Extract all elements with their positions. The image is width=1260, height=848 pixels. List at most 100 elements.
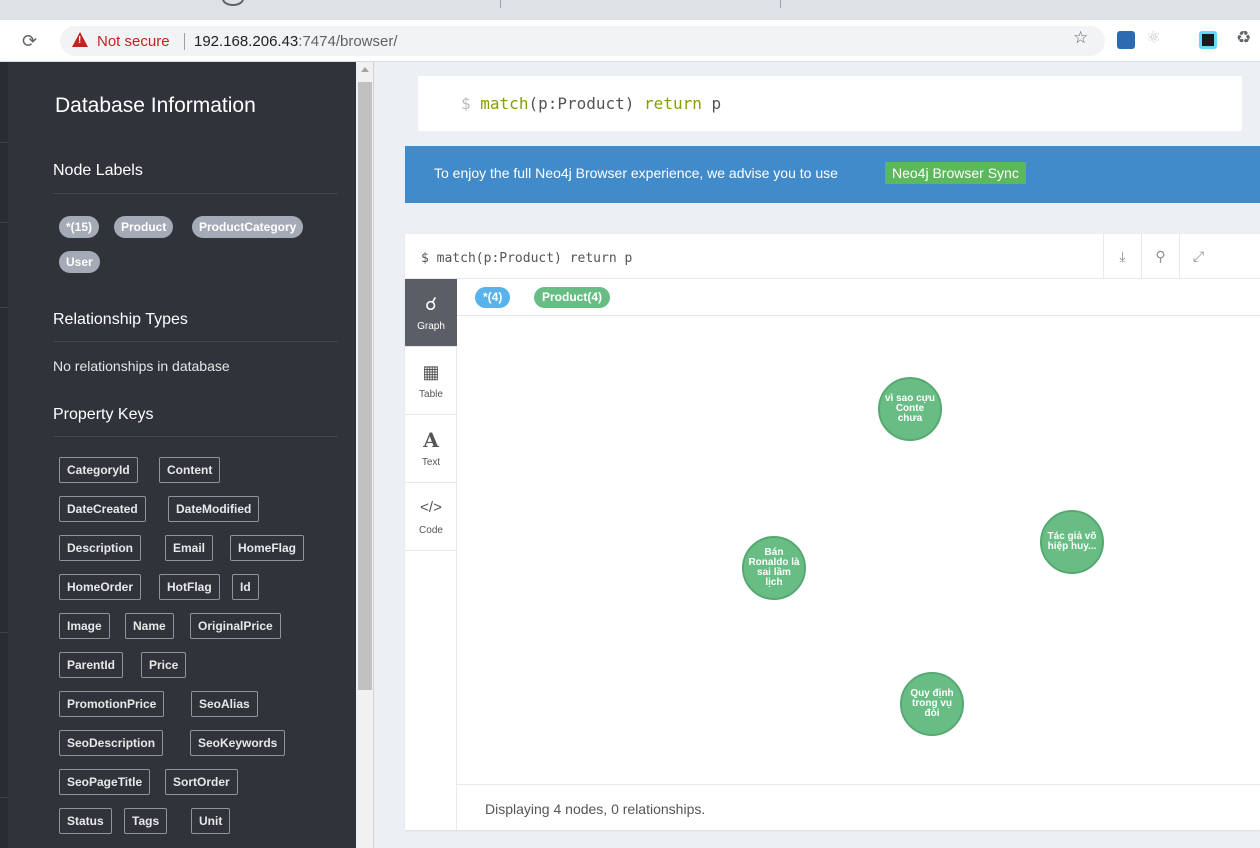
security-label[interactable]: Not secure	[97, 33, 170, 50]
cypher-editor[interactable]: $ match(p:Product) return p	[418, 76, 1242, 131]
node-label-all[interactable]: *(15)	[59, 216, 100, 238]
address-bar: ⟳ Not secure 192.168.206.43:7474/browser…	[0, 20, 1260, 62]
tab-edge-icon	[222, 0, 244, 6]
property-key-button[interactable]: HotFlag	[159, 574, 220, 600]
property-key-button[interactable]: SeoDescription	[59, 730, 164, 756]
editor-prompt: $	[461, 94, 471, 113]
legend-product[interactable]: Product(4)	[534, 287, 610, 308]
scrollbar-thumb[interactable]	[358, 82, 372, 690]
result-frame: $ match(p:Product) return p ⤓ ⚲ ⤢ ☌ Grap…	[405, 234, 1260, 830]
property-key-button[interactable]: Unit	[191, 808, 231, 834]
omnibox[interactable]: Not secure 192.168.206.43:7474/browser/	[60, 26, 1105, 56]
property-key-button[interactable]: CategoryId	[59, 457, 138, 483]
nav-divider	[0, 797, 8, 798]
url-text[interactable]: 192.168.206.43:7474/browser/	[194, 33, 398, 50]
property-key-button[interactable]: Email	[165, 535, 214, 561]
code-icon: </>	[420, 499, 442, 516]
drawer-scrollbar[interactable]	[356, 62, 374, 848]
editor-query[interactable]: $ match(p:Product) return p	[461, 94, 721, 113]
node-labels-title: Node Labels	[53, 162, 143, 179]
tab-divider	[500, 0, 501, 8]
fullscreen-icon[interactable]: ⤢	[1179, 234, 1217, 279]
tab-text[interactable]: A Text	[405, 415, 457, 483]
property-key-button[interactable]: Tags	[124, 808, 168, 834]
node-label-user[interactable]: User	[59, 251, 100, 273]
url-host: 192.168.206.43	[194, 33, 299, 50]
status-text: Displaying 4 nodes, 0 relationships.	[485, 801, 706, 817]
browser-sync-button[interactable]: Neo4j Browser Sync	[885, 162, 1026, 184]
scroll-up-icon[interactable]	[361, 67, 369, 72]
status-bar: Displaying 4 nodes, 0 relationships.	[457, 784, 1260, 830]
warning-icon[interactable]	[72, 32, 88, 47]
node-label-product[interactable]: Product	[114, 216, 174, 238]
tab-graph-label: Graph	[417, 321, 445, 332]
bookmark-star-icon[interactable]: ☆	[1073, 28, 1088, 48]
frame-command[interactable]: $ match(p:Product) return p	[421, 251, 632, 266]
property-key-button[interactable]: PromotionPrice	[59, 691, 165, 717]
property-key-button[interactable]: DateModified	[168, 496, 260, 522]
omnibox-separator	[184, 33, 185, 50]
property-key-button[interactable]: Content	[159, 457, 221, 483]
main-area: $ match(p:Product) return p To enjoy the…	[375, 62, 1260, 848]
tab-table-label: Table	[419, 389, 443, 400]
property-key-button[interactable]: HomeFlag	[230, 535, 305, 561]
section-divider	[53, 193, 338, 194]
database-info-drawer: Database Information Node Labels *(15) P…	[8, 62, 356, 848]
nav-divider	[0, 142, 8, 143]
property-key-button[interactable]: Name	[125, 613, 174, 639]
keyword-return: return	[644, 94, 702, 113]
tab-code-label: Code	[419, 525, 443, 536]
text-icon: A	[423, 428, 439, 452]
frame-header: $ match(p:Product) return p ⤓ ⚲ ⤢	[405, 234, 1260, 279]
graph-canvas[interactable]: vì sao cựu Conte chưa Bán Ronaldo là sai…	[457, 316, 1260, 784]
property-key-button[interactable]: SeoAlias	[191, 691, 258, 717]
banner-text: To enjoy the full Neo4j Browser experien…	[434, 165, 838, 181]
section-divider	[53, 341, 338, 342]
property-keys-title: Property Keys	[53, 406, 154, 423]
download-icon[interactable]: ⤓	[1103, 234, 1141, 279]
property-key-button[interactable]: SeoPageTitle	[59, 769, 151, 795]
no-relationships-text: No relationships in database	[53, 358, 230, 374]
property-key-button[interactable]: Description	[59, 535, 142, 561]
left-nav-strip	[0, 62, 8, 848]
graph-node[interactable]: Tác giả võ hiệp huy...	[1040, 510, 1104, 574]
legend-all-nodes[interactable]: *(4)	[475, 287, 511, 308]
property-key-button[interactable]: OriginalPrice	[190, 613, 281, 639]
recycle-extension-icon[interactable]: ♻	[1236, 28, 1251, 48]
graph-node[interactable]: Quy định trong vụ đòi	[900, 672, 964, 736]
query-pattern: (p:Product)	[528, 94, 645, 113]
property-key-button[interactable]: Image	[59, 613, 110, 639]
graph-node[interactable]: Bán Ronaldo là sai lầm lịch	[742, 536, 806, 600]
node-label-productcategory[interactable]: ProductCategory	[192, 216, 304, 238]
nav-divider	[0, 632, 8, 633]
property-key-button[interactable]: SeoKeywords	[190, 730, 286, 756]
table-icon: ▦	[422, 362, 440, 382]
sync-banner: To enjoy the full Neo4j Browser experien…	[405, 146, 1260, 203]
property-key-button[interactable]: HomeOrder	[59, 574, 142, 600]
keyword-match: match	[480, 94, 529, 113]
tab-graph[interactable]: ☌ Graph	[405, 279, 457, 347]
property-key-button[interactable]: Status	[59, 808, 112, 834]
browser-tab-strip	[0, 0, 1260, 20]
graph-node[interactable]: vì sao cựu Conte chưa	[878, 377, 942, 441]
react-extension-icon[interactable]: ⚛	[1146, 28, 1161, 48]
tab-text-label: Text	[421, 457, 441, 468]
tab-divider	[780, 0, 781, 8]
tab-table[interactable]: ▦ Table	[405, 347, 457, 415]
tab-code[interactable]: </> Code	[405, 483, 457, 551]
drawer-title: Database Information	[55, 94, 256, 117]
property-key-button[interactable]: DateCreated	[59, 496, 146, 522]
query-tail: p	[701, 94, 722, 113]
graph-icon: ☌	[424, 294, 438, 314]
url-path: :7474/browser/	[298, 33, 398, 50]
nav-divider	[0, 222, 8, 223]
property-key-button[interactable]: SortOrder	[165, 769, 238, 795]
property-key-button[interactable]: Price	[141, 652, 187, 678]
view-tabs: ☌ Graph ▦ Table A Text </> Code	[405, 279, 457, 830]
property-key-button[interactable]: Id	[232, 574, 259, 600]
property-key-button[interactable]: ParentId	[59, 652, 124, 678]
reload-icon[interactable]: ⟳	[22, 31, 37, 51]
pin-icon[interactable]: ⚲	[1141, 234, 1179, 279]
react-devtools-icon[interactable]	[1199, 31, 1217, 49]
extension-icon[interactable]	[1117, 31, 1135, 49]
